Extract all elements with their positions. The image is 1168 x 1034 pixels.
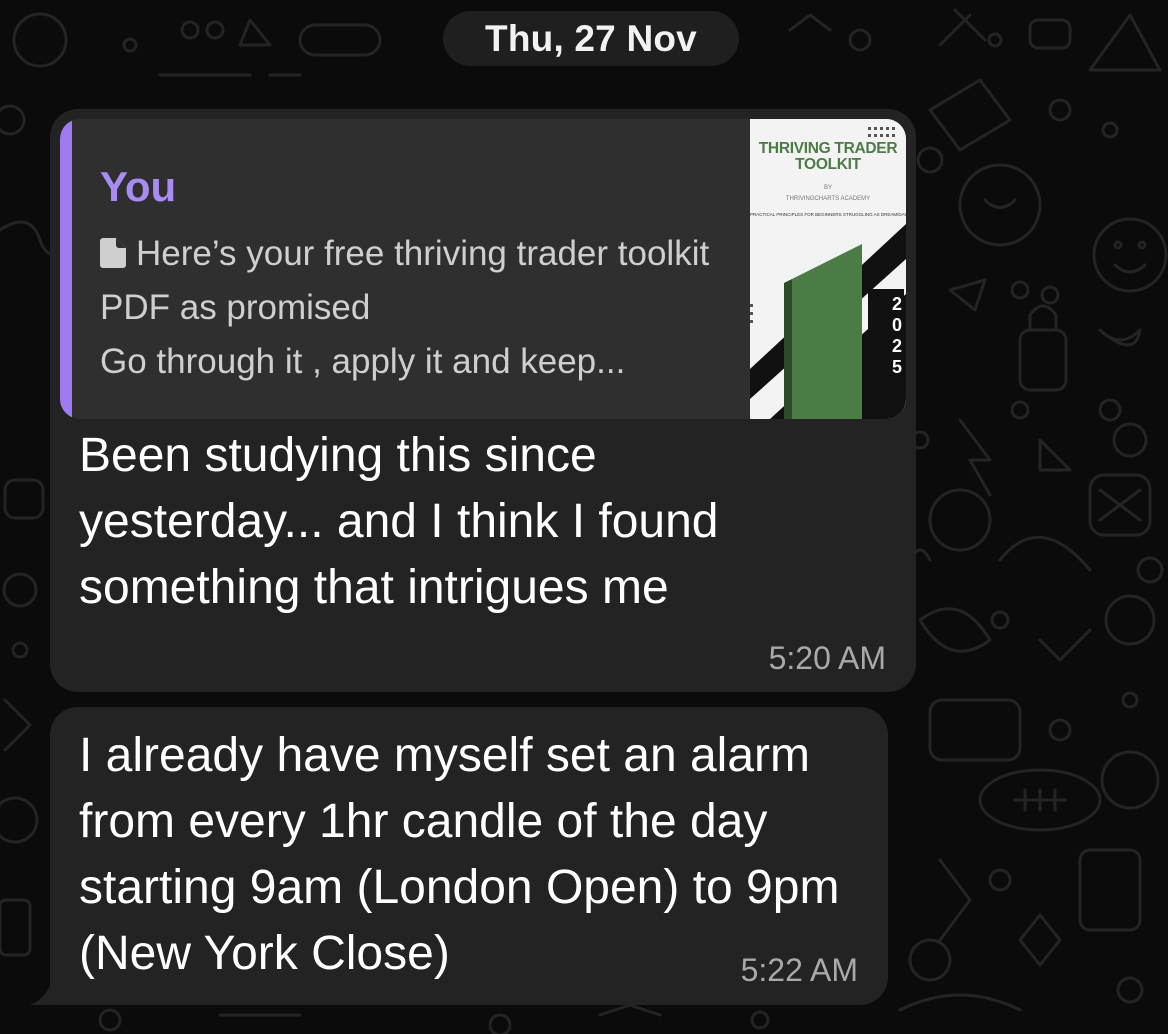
- pdf-thumbnail[interactable]: THRIVING TRADER TOOLKIT BY THRIVINGCHART…: [750, 119, 906, 419]
- message-text: Been studying this since yesterday... an…: [79, 429, 719, 614]
- message-timestamp: 5:22 AM: [740, 952, 858, 988]
- message-timestamp: 5:20 AM: [768, 640, 886, 676]
- thumbnail-title-line2: TOOLKIT: [795, 156, 861, 173]
- thumbnail-tagline: PRACTICAL PRINCIPLES FOR BEGINNERS STRUG…: [750, 212, 906, 217]
- thumbnail-title: THRIVING TRADER TOOLKIT: [750, 141, 906, 173]
- thumbnail-publisher: THRIVINGCHARTS ACADEMY: [785, 196, 871, 202]
- thumbnail-title-line1: THRIVING TRADER: [758, 140, 898, 157]
- thumbnail-year-digits: 2025: [890, 294, 904, 378]
- message-bubble[interactable]: You Here’s your free thriving trader too…: [50, 109, 916, 692]
- document-icon: [100, 238, 126, 268]
- thumbnail-by: BY: [823, 185, 832, 191]
- thumbnail-year-digit: 0: [891, 315, 902, 335]
- chat-screen: Thu, 27 Nov You Here’s your free thrivin…: [0, 0, 1168, 1034]
- message-text: I already have myself set an alarm from …: [79, 729, 840, 980]
- quoted-reply[interactable]: You Here’s your free thriving trader too…: [60, 119, 906, 419]
- thumbnail-year-digit: 2: [891, 294, 902, 314]
- quote-text-wrapper: Here’s your free thriving trader toolkit…: [100, 227, 740, 389]
- date-separator: Thu, 27 Nov: [443, 11, 739, 66]
- quote-accent-bar: [60, 119, 72, 419]
- thumbnail-year: 2025: [890, 294, 904, 378]
- thumbnail-year-digit: 5: [891, 357, 902, 377]
- quote-text: Here’s your free thriving trader toolkit…: [100, 234, 710, 381]
- thumbnail-year-digit: 2: [891, 336, 902, 356]
- quote-author: You: [100, 163, 177, 210]
- message-bubble[interactable]: I already have myself set an alarm from …: [50, 707, 888, 1005]
